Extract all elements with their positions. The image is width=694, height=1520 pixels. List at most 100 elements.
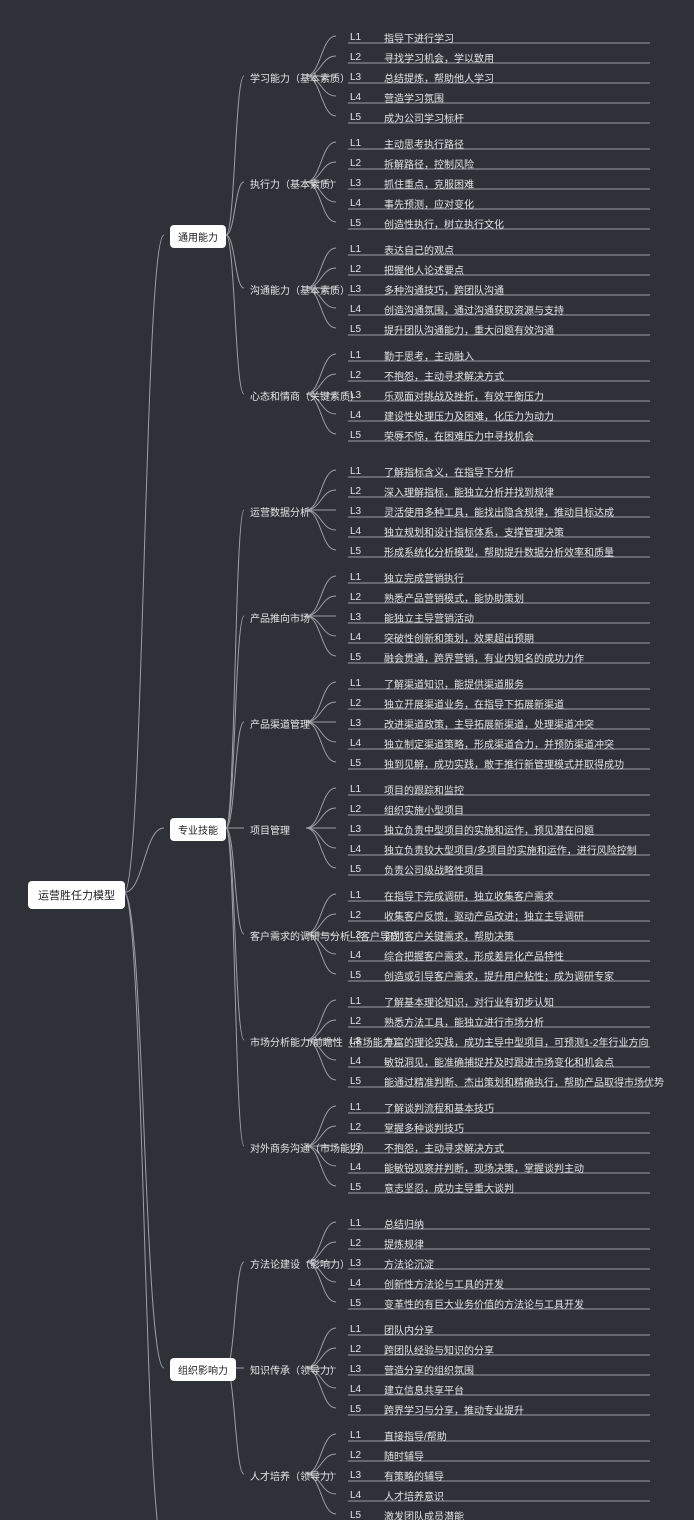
sub-label: 对外商务沟通（市场能力）	[250, 1140, 370, 1155]
leaf-level: L1	[350, 1102, 366, 1113]
leaf-row: L2 收集客户反馈，驱动产品改进；独立主导调研	[350, 908, 584, 923]
leaf-text: 跨团队经验与知识的分享	[384, 1342, 494, 1357]
leaf-text: 建立信息共享平台	[384, 1382, 464, 1397]
leaf-text: 方法论沉淀	[384, 1256, 434, 1271]
leaf-text: 组织实施小型项目	[384, 802, 464, 817]
leaf-row: L4 突破性创新和策划，效果超出预期	[350, 630, 534, 645]
category-node: 通用能力	[170, 225, 226, 248]
leaf-text: 深入理解指标，能独立分析并找到规律	[384, 484, 554, 499]
sub-label: 产品渠道管理	[250, 716, 310, 731]
sub-label: 人才培养（领导力）	[250, 1468, 340, 1483]
leaf-text: 随时辅导	[384, 1448, 424, 1463]
leaf-text: 事先预测，应对变化	[384, 196, 474, 211]
leaf-text: 指导下进行学习	[384, 30, 454, 45]
leaf-row: L3乐观面对挑战及挫折，有效平衡压力	[350, 388, 544, 403]
leaf-row: L3不抱怨，主动寻求解决方式	[350, 1140, 504, 1155]
leaf-text: 独到见解，成功实践，敢于推行新管理模式并取得成功	[384, 756, 624, 771]
leaf-text: 荣辱不惊，在困难压力中寻找机会	[384, 428, 534, 443]
leaf-level: L1	[350, 572, 366, 583]
leaf-row: L1表达自己的观点	[350, 242, 454, 257]
leaf-level: L1	[350, 32, 366, 43]
leaf-text: 创造沟通氛围，通过沟通获取资源与支持	[384, 302, 564, 317]
leaf-row: L2 跨团队经验与知识的分享	[350, 1342, 494, 1357]
leaf-level: L1	[350, 890, 366, 901]
leaf-level: L1	[350, 784, 366, 795]
leaf-text: 熟悉产品营销模式，能协助策划	[384, 590, 524, 605]
leaf-row: L2掌握多种谈判技巧	[350, 1120, 464, 1135]
leaf-level: L4	[350, 410, 366, 421]
leaf-level: L5	[350, 864, 366, 875]
leaf-level: L2	[350, 910, 366, 921]
leaf-row: L5成为公司学习标杆	[350, 110, 464, 125]
leaf-text: 把握他人论述要点	[384, 262, 464, 277]
leaf-row: L2 组织实施小型项目	[350, 802, 464, 817]
leaf-row: L2独立开展渠道业务，在指导下拓展新渠道	[350, 696, 564, 711]
leaf-level: L2	[350, 1238, 366, 1249]
leaf-row: L2提炼规律	[350, 1236, 424, 1251]
leaf-text: 能敏锐观察并判断，现场决策，掌握谈判主动	[384, 1160, 584, 1175]
leaf-level: L2	[350, 158, 366, 169]
leaf-level: L3	[350, 1258, 366, 1269]
leaf-row: L5 创造性执行，树立执行文化	[350, 216, 504, 231]
leaf-row: L4 事先预测，应对变化	[350, 196, 474, 211]
leaf-text: 掌握多种谈判技巧	[384, 1120, 464, 1135]
leaf-level: L5	[350, 970, 366, 981]
leaf-row: L5变革性的有巨大业务价值的方法论与工具开发	[350, 1296, 584, 1311]
leaf-level: L3	[350, 824, 366, 835]
leaf-level: L5	[350, 652, 366, 663]
leaf-level: L2	[350, 264, 366, 275]
leaf-text: 人才培养意识	[384, 1488, 444, 1503]
leaf-row: L4 建设性处理压力及困难，化压力为动力	[350, 408, 554, 423]
leaf-level: L4	[350, 198, 366, 209]
leaf-level: L4	[350, 1490, 366, 1501]
leaf-row: L5独到见解，成功实践，敢于推行新管理模式并取得成功	[350, 756, 624, 771]
leaf-text: 不抱怨，主动寻求解决方式	[384, 1140, 504, 1155]
leaf-level: L2	[350, 370, 366, 381]
leaf-level: L5	[350, 218, 366, 229]
leaf-level: L5	[350, 430, 366, 441]
leaf-row: L1 独立完成营销执行	[350, 570, 464, 585]
leaf-text: 团队内分享	[384, 1322, 434, 1337]
leaf-row: L4敏锐洞见，能准确捕捉并及时跟进市场变化和机会点	[350, 1054, 614, 1069]
leaf-row: L5形成系统化分析模型，帮助提升数据分析效率和质量	[350, 544, 614, 559]
leaf-row: L3能独立主导营销活动	[350, 610, 474, 625]
leaf-level: L1	[350, 350, 366, 361]
leaf-text: 总结提炼，帮助他人学习	[384, 70, 494, 85]
leaf-level: L5	[350, 324, 366, 335]
leaf-text: 主动思考执行路径	[384, 136, 464, 151]
leaf-row: L5激发团队成员潜能	[350, 1508, 464, 1520]
leaf-level: L2	[350, 804, 366, 815]
leaf-level: L3	[350, 1364, 366, 1375]
leaf-level: L4	[350, 1162, 366, 1173]
leaf-level: L4	[350, 1056, 366, 1067]
leaf-text: 独立完成营销执行	[384, 570, 464, 585]
leaf-text: 突破性创新和策划，效果超出预期	[384, 630, 534, 645]
leaf-row: L3独立负责中型项目的实施和运作，预见潜在问题	[350, 822, 594, 837]
leaf-level: L2	[350, 1016, 366, 1027]
leaf-level: L1	[350, 678, 366, 689]
leaf-level: L1	[350, 996, 366, 1007]
leaf-row: L3改进渠道政策，主导拓展新渠道，处理渠道冲突	[350, 716, 594, 731]
leaf-text: 意志坚忍，成功主导重大谈判	[384, 1180, 514, 1195]
leaf-row: L1团队内分享	[350, 1322, 434, 1337]
leaf-text: 收集客户反馈，驱动产品改进；独立主导调研	[384, 908, 584, 923]
category-node: 专业技能	[170, 818, 226, 841]
leaf-text: 建设性处理压力及困难，化压力为动力	[384, 408, 554, 423]
leaf-text: 创造性执行，树立执行文化	[384, 216, 504, 231]
leaf-row: L1了解渠道知识，能提供渠道服务	[350, 676, 524, 691]
leaf-level: L4	[350, 738, 366, 749]
leaf-level: L1	[350, 244, 366, 255]
leaf-row: L1了解基本理论知识，对行业有初步认知	[350, 994, 554, 1009]
leaf-text: 勤于思考，主动融入	[384, 348, 474, 363]
leaf-row: L1在指导下完成调研，独立收集客户需求	[350, 888, 554, 903]
leaf-level: L2	[350, 486, 366, 497]
leaf-row: L1了解谈判流程和基本技巧	[350, 1100, 494, 1115]
leaf-text: 能独立主导营销活动	[384, 610, 474, 625]
leaf-level: L2	[350, 1344, 366, 1355]
sub-label: 学习能力（基本素质）	[250, 70, 350, 85]
leaf-level: L4	[350, 632, 366, 643]
leaf-row: L5 荣辱不惊，在困难压力中寻找机会	[350, 428, 534, 443]
leaf-text: 多种沟通技巧，跨团队沟通	[384, 282, 504, 297]
leaf-row: L5融会贯通，跨界营销，有业内知名的成功力作	[350, 650, 584, 665]
leaf-text: 变革性的有巨大业务价值的方法论与工具开发	[384, 1296, 584, 1311]
